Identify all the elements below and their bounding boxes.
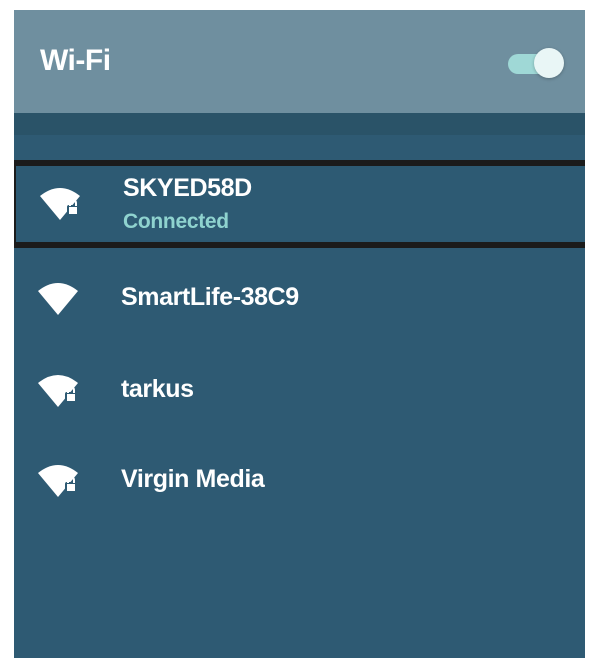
network-item-skyed58d[interactable]: SKYED58D Connected bbox=[14, 160, 585, 248]
network-name: SKYED58D bbox=[123, 174, 252, 202]
wifi-icon bbox=[38, 283, 78, 315]
network-name: Virgin Media bbox=[121, 465, 265, 493]
page-title: Wi-Fi bbox=[40, 44, 111, 77]
network-status: Connected bbox=[123, 210, 229, 233]
wifi-header: Wi-Fi bbox=[14, 10, 585, 113]
wifi-locked-icon bbox=[38, 375, 78, 407]
header-divider bbox=[14, 113, 585, 135]
network-item-virgin-media[interactable]: Virgin Media bbox=[14, 435, 585, 523]
wifi-locked-icon bbox=[38, 465, 78, 497]
network-item-tarkus[interactable]: tarkus bbox=[14, 345, 585, 433]
wifi-toggle[interactable] bbox=[504, 44, 564, 82]
network-name: tarkus bbox=[121, 375, 194, 403]
wifi-locked-icon bbox=[40, 188, 80, 220]
network-name: SmartLife-38C9 bbox=[121, 283, 299, 311]
toggle-thumb bbox=[534, 48, 564, 78]
wifi-panel: Wi-Fi SKYED58D Connected SmartLife-38C9 … bbox=[14, 10, 585, 658]
network-item-smartlife-38c9[interactable]: SmartLife-38C9 bbox=[14, 255, 585, 343]
